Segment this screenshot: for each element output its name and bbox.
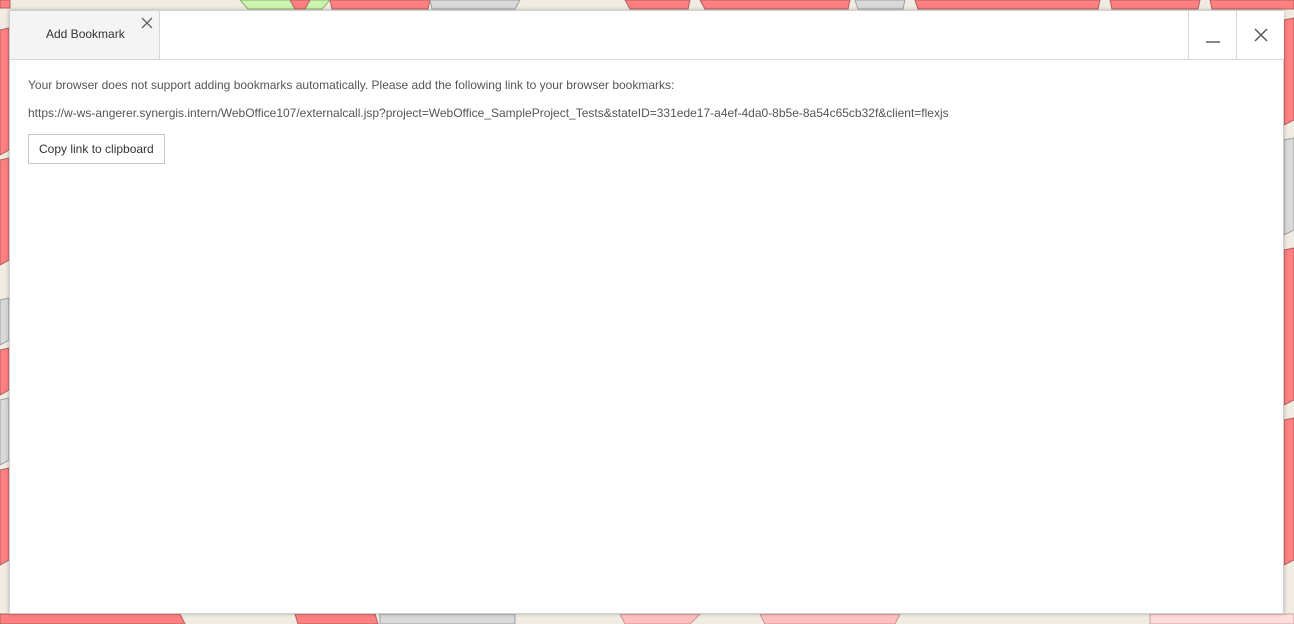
copy-link-button[interactable]: Copy link to clipboard xyxy=(28,134,165,164)
close-dialog-button[interactable] xyxy=(1236,11,1284,59)
dialog-body: Your browser does not support adding boo… xyxy=(28,77,1268,164)
close-icon[interactable] xyxy=(140,16,154,30)
tab-add-bookmark[interactable]: Add Bookmark xyxy=(10,11,160,59)
dialog-header: Add Bookmark xyxy=(10,11,1284,60)
close-icon xyxy=(1254,28,1268,42)
bookmark-message: Your browser does not support adding boo… xyxy=(28,78,675,92)
minimize-button[interactable] xyxy=(1188,11,1236,59)
minimize-icon xyxy=(1206,41,1220,43)
bookmark-link-text: https://w-ws-angerer.synergis.intern/Web… xyxy=(28,106,949,120)
tab-label: Add Bookmark xyxy=(46,27,125,41)
bookmark-dialog: Add Bookmark Your browser does not suppo… xyxy=(9,10,1284,614)
